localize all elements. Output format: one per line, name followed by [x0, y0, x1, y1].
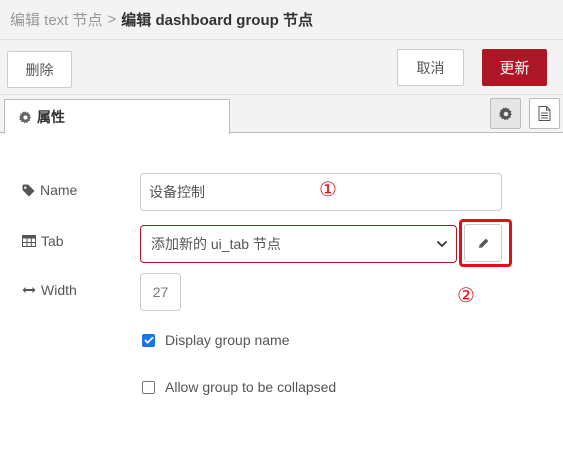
breadcrumb-prev[interactable]: 编辑 text 节点 [10, 9, 103, 30]
width-label: Width [22, 282, 77, 298]
delete-button[interactable]: 删除 [7, 51, 72, 88]
tab-bar: 属性 [0, 95, 563, 134]
arrows-horizontal-icon [22, 285, 36, 295]
allow-collapse-checkbox[interactable] [142, 380, 155, 394]
name-label-text: Name [40, 182, 78, 198]
table-icon [22, 235, 36, 247]
gear-icon [19, 110, 32, 124]
breadcrumb-separator: > [107, 11, 117, 28]
display-group-name-label: Display group name [165, 332, 290, 348]
display-group-name-checkbox[interactable] [142, 333, 155, 347]
toolbar: 删除 取消 更新 [0, 40, 563, 95]
breadcrumb: 编辑 text 节点 > 编辑 dashboard group 节点 [0, 0, 563, 40]
name-label: Name [22, 182, 77, 198]
breadcrumb-current: 编辑 dashboard group 节点 [121, 12, 313, 29]
allow-collapse-row[interactable]: Allow group to be collapsed [142, 379, 336, 395]
description-tab-button[interactable] [529, 98, 560, 129]
update-button[interactable]: 更新 [482, 49, 547, 86]
tag-icon [22, 183, 35, 197]
width-label-text: Width [41, 282, 77, 298]
cancel-button[interactable]: 取消 [397, 49, 464, 86]
settings-tab-button[interactable] [490, 98, 521, 129]
width-input[interactable]: 27 [140, 273, 181, 311]
tab-label: Tab [22, 233, 64, 249]
gear-icon [498, 106, 513, 121]
check-icon [143, 336, 154, 344]
annotation-2: ② [457, 283, 475, 307]
display-group-name-row[interactable]: Display group name [142, 332, 290, 348]
tab-properties[interactable]: 属性 [4, 99, 230, 134]
tab-select[interactable]: 添加新的 ui_tab 节点 [140, 225, 457, 263]
chevron-down-icon [436, 238, 448, 250]
edit-tab-button[interactable] [464, 224, 502, 262]
tab-label-text: Tab [41, 233, 64, 249]
document-icon [538, 106, 551, 121]
tab-properties-label: 属性 [37, 109, 65, 125]
annotation-1: ① [319, 177, 337, 201]
tab-select-value: 添加新的 ui_tab 节点 [151, 236, 281, 252]
pencil-icon [477, 237, 490, 250]
allow-collapse-label: Allow group to be collapsed [165, 379, 337, 395]
